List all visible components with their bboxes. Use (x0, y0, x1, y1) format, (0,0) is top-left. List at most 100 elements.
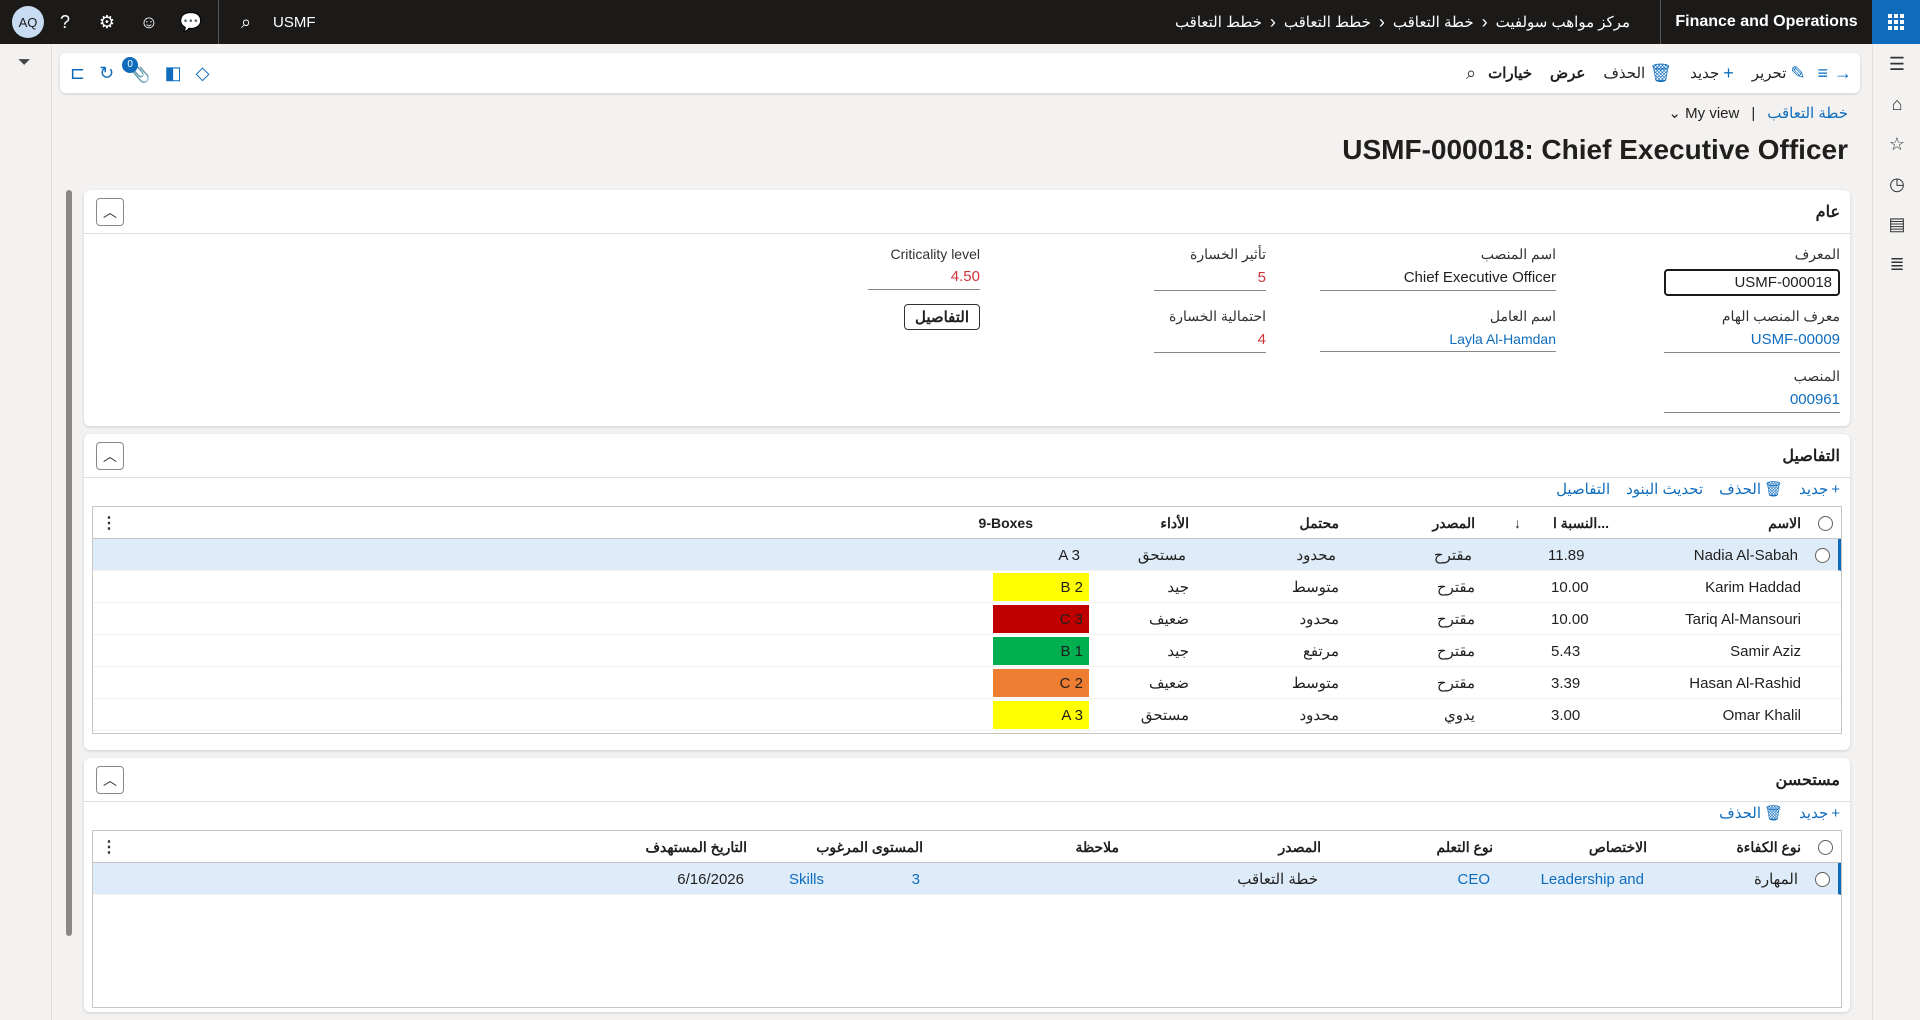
refresh-icon[interactable]: ↻ (99, 63, 114, 84)
col-specialty[interactable]: الاختصاص (1589, 831, 1647, 863)
cell-desired-level[interactable]: 3 (912, 863, 920, 895)
job-name-input[interactable]: Chief Executive Officer (1320, 269, 1556, 291)
cell-specialty[interactable]: Leadership and (1541, 863, 1644, 895)
smiley-icon[interactable]: ☺ (128, 0, 170, 44)
breadcrumb-item[interactable]: خطة التعاقب (1393, 13, 1474, 31)
star-icon[interactable]: ☆ (1873, 124, 1920, 164)
breadcrumb-item[interactable]: مركز مواهب سولفيت (1496, 13, 1630, 31)
search-icon[interactable]: ⌕ (1466, 63, 1476, 84)
open-in-new-icon[interactable]: ⊏ (70, 63, 85, 84)
col-learning-type[interactable]: نوع التعلم (1437, 831, 1493, 863)
chevron-up-icon[interactable]: ︿ (96, 198, 124, 226)
radio-button[interactable] (1818, 839, 1833, 855)
general-section-header[interactable]: عام ︿ (84, 190, 1850, 234)
table-row[interactable]: Nadia Al-Sabah 11.89 مقترح محدود مستحق A 3 (93, 539, 1841, 571)
avatar[interactable]: AQ (12, 6, 44, 38)
delete-label: الحذف (1719, 805, 1761, 822)
col-performance[interactable]: الأداء (1160, 507, 1189, 539)
col-source[interactable]: المصدر (1279, 831, 1322, 863)
view-tab[interactable]: عرض (1544, 64, 1591, 82)
table-row[interactable]: Karim Haddad 10.00 مقترح متوسط جيد B 2 (93, 571, 1841, 603)
row-select-radio[interactable] (1815, 863, 1830, 895)
table-row[interactable]: Omar Khalil 3.00 يدوي محدود مستحق A 3 (93, 699, 1841, 731)
table-row[interactable]: Hasan Al-Rashid 3.39 مقترح متوسط ضعيف C 2 (93, 667, 1841, 699)
col-boxes[interactable]: 9-Boxes (979, 507, 1033, 539)
breadcrumb-item[interactable]: خطط التعاقب (1284, 13, 1371, 31)
details-new-button[interactable]: + جديد (1799, 480, 1840, 499)
delete-button[interactable]: 🗑 الحذف (1597, 63, 1678, 84)
cell-percent: 3.39 (1551, 674, 1581, 692)
select-all-radio[interactable] (1818, 831, 1833, 863)
col-note[interactable]: ملاحظة (1076, 831, 1120, 863)
more-options-icon[interactable]: ⋮ (101, 837, 117, 857)
table-row[interactable]: Tariq Al-Mansouri 10.00 مقترح محدود ضعيف C 3 (93, 603, 1841, 635)
desired-delete-button[interactable]: 🗑 الحذف (1719, 804, 1783, 822)
refresh-lines-button[interactable]: تحديث البنود (1626, 480, 1703, 498)
position-input[interactable]: 000961 (1664, 391, 1840, 413)
select-all-radio[interactable] (1818, 507, 1833, 539)
cell-name: Omar Khalil (1722, 706, 1801, 724)
vertical-scrollbar[interactable] (66, 190, 72, 936)
col-percent[interactable]: النسبة ا... (1553, 507, 1609, 539)
form-breadcrumb-link[interactable]: خطة التعاقب (1767, 104, 1848, 122)
options-tab[interactable]: خيارات (1482, 64, 1538, 82)
office-icon[interactable]: ◧ (165, 63, 182, 84)
details-link-button[interactable]: التفاصيل (1556, 480, 1610, 498)
list-icon[interactable]: ≣ (1873, 244, 1920, 284)
menu-lines-icon[interactable]: ≡ (1817, 63, 1828, 84)
chevron-left-icon: ‹ (1269, 11, 1276, 32)
desired-section-header[interactable]: مستحسن ︿ (84, 758, 1850, 802)
desired-section: مستحسن ︿ + جديد 🗑 الحذف نوع الكفاءة الاختص… (84, 758, 1850, 1012)
details-section-header[interactable]: التفاصيل ︿ (84, 434, 1850, 478)
desired-new-button[interactable]: + جديد (1799, 804, 1840, 823)
new-button[interactable]: + جديد (1684, 63, 1740, 84)
critical-position-input[interactable]: USMF-00009 (1664, 331, 1840, 353)
radio-button[interactable] (1815, 547, 1830, 563)
chat-icon[interactable]: 💬 (170, 0, 212, 44)
cell-source: يدوي (1443, 707, 1475, 724)
table-row[interactable]: المهارة Leadership and CEO خطة التعاقب 3 Skil… (93, 863, 1841, 895)
workspace-icon[interactable]: ▤ (1873, 204, 1920, 244)
col-competency-type[interactable]: نوع الكفاءة (1736, 831, 1801, 863)
col-potential[interactable]: محتمل (1300, 507, 1339, 539)
id-input[interactable]: USMF-000018 (1664, 269, 1840, 296)
table-row[interactable]: Samir Aziz 5.43 مقترح مرتفع جيد B 1 (93, 635, 1841, 667)
attachments-icon[interactable]: 📎 0 (122, 56, 151, 84)
sort-down-icon[interactable]: ↓ (1514, 507, 1521, 539)
back-arrow-icon[interactable]: → (1834, 63, 1852, 84)
row-select-radio[interactable] (1815, 539, 1830, 571)
search-icon[interactable]: ⌕ (225, 0, 267, 44)
radio-button[interactable] (1818, 515, 1833, 531)
gear-icon[interactable]: ⚙ (86, 0, 128, 44)
col-desired-level[interactable]: المستوى المرغوب (816, 831, 923, 863)
loss-probability-input[interactable]: 4 (1154, 331, 1266, 353)
cell-level-type[interactable]: Skills (789, 863, 824, 895)
filter-icon[interactable]: ⏷ (18, 54, 31, 72)
hamburger-icon[interactable]: ☰ (1873, 44, 1920, 84)
cell-percent: 10.00 (1551, 578, 1589, 596)
clock-icon[interactable]: ◷ (1873, 164, 1920, 204)
view-selector[interactable]: My view ⌄ (1668, 104, 1739, 122)
details-delete-button[interactable]: 🗑 الحذف (1719, 480, 1783, 498)
chevron-up-icon[interactable]: ︿ (96, 442, 124, 470)
more-options-icon[interactable]: ⋮ (101, 513, 117, 533)
help-icon[interactable]: ? (44, 0, 86, 44)
radio-button[interactable] (1815, 871, 1830, 887)
worker-name-input[interactable]: Layla Al-Hamdan (1320, 331, 1556, 352)
breadcrumb-item[interactable]: خطط التعاقب (1175, 13, 1262, 31)
edit-button[interactable]: ✎ تحرير (1746, 63, 1812, 84)
loss-impact-input[interactable]: 5 (1154, 269, 1266, 291)
app-launcher-icon[interactable] (1872, 0, 1920, 44)
col-source[interactable]: المصدر (1433, 507, 1476, 539)
desired-grid: نوع الكفاءة الاختصاص نوع التعلم المصدر م… (92, 830, 1842, 1008)
details-button[interactable]: التفاصيل (903, 304, 980, 330)
col-target-date[interactable]: التاريخ المستهدف (645, 831, 747, 863)
col-name[interactable]: الاسم (1768, 507, 1801, 539)
home-icon[interactable]: ⌂ (1873, 84, 1920, 124)
power-apps-icon[interactable]: ◇ (196, 63, 210, 84)
chevron-up-icon[interactable]: ︿ (96, 766, 124, 794)
company-selector[interactable]: USMF (273, 14, 316, 31)
delete-label: الحذف (1719, 481, 1761, 498)
cell-learning-type[interactable]: CEO (1457, 863, 1490, 895)
cell-percent: 10.00 (1551, 610, 1589, 628)
